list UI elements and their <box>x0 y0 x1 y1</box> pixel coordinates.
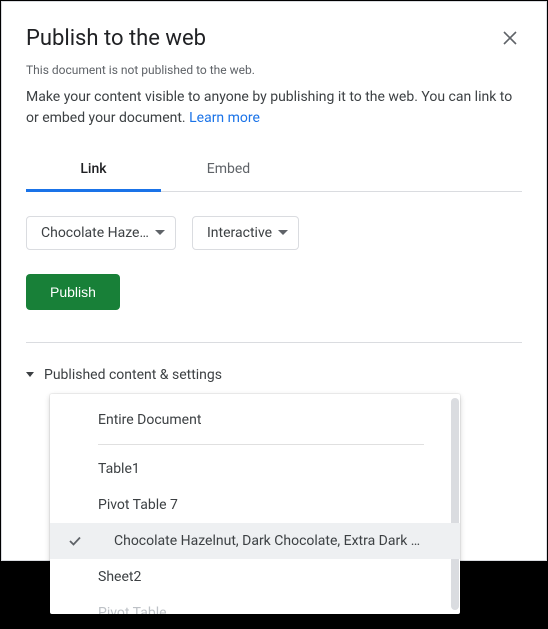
tab-link[interactable]: Link <box>26 149 161 192</box>
dialog-subtitle: This document is not published to the we… <box>26 63 522 77</box>
chevron-down-icon <box>278 230 288 236</box>
mode-select-label: Interactive <box>207 225 272 241</box>
mode-select[interactable]: Interactive <box>192 216 299 250</box>
description-text: Make your content visible to anyone by p… <box>26 89 512 126</box>
tab-embed[interactable]: Embed <box>161 149 296 191</box>
dropdown-item[interactable]: Pivot Table 7 <box>50 487 460 523</box>
sheet-select[interactable]: Chocolate Hazel… <box>26 216 176 250</box>
chevron-down-icon <box>155 230 165 236</box>
dropdown-item[interactable]: Pivot Table <box>50 595 460 614</box>
published-content-expander[interactable]: Published content & settings <box>26 367 522 383</box>
dropdown-divider <box>98 444 424 445</box>
divider <box>26 342 522 343</box>
expander-label: Published content & settings <box>44 367 222 383</box>
dropdown-item[interactable]: Table1 <box>50 451 460 487</box>
dropdown-item-label: Chocolate Hazelnut, Dark Chocolate, Extr… <box>114 533 420 549</box>
dropdown-item[interactable]: Sheet2 <box>50 559 460 595</box>
publish-dialog: Publish to the web This document is not … <box>1 1 547 561</box>
dropdown-item-selected[interactable]: Chocolate Hazelnut, Dark Chocolate, Extr… <box>50 523 460 559</box>
learn-more-link[interactable]: Learn more <box>189 110 260 126</box>
sheet-select-label: Chocolate Hazel… <box>41 225 149 241</box>
dialog-title: Publish to the web <box>26 26 206 51</box>
close-icon <box>503 31 517 45</box>
publish-button[interactable]: Publish <box>26 274 120 310</box>
tabs: Link Embed <box>26 149 522 192</box>
dropdown-item-entire[interactable]: Entire Document <box>50 402 460 438</box>
sheet-dropdown: Entire Document Table1 Pivot Table 7 Cho… <box>50 394 460 614</box>
caret-down-icon <box>26 372 34 378</box>
dialog-description: Make your content visible to anyone by p… <box>26 87 522 129</box>
check-icon <box>68 534 82 548</box>
close-button[interactable] <box>498 26 522 50</box>
